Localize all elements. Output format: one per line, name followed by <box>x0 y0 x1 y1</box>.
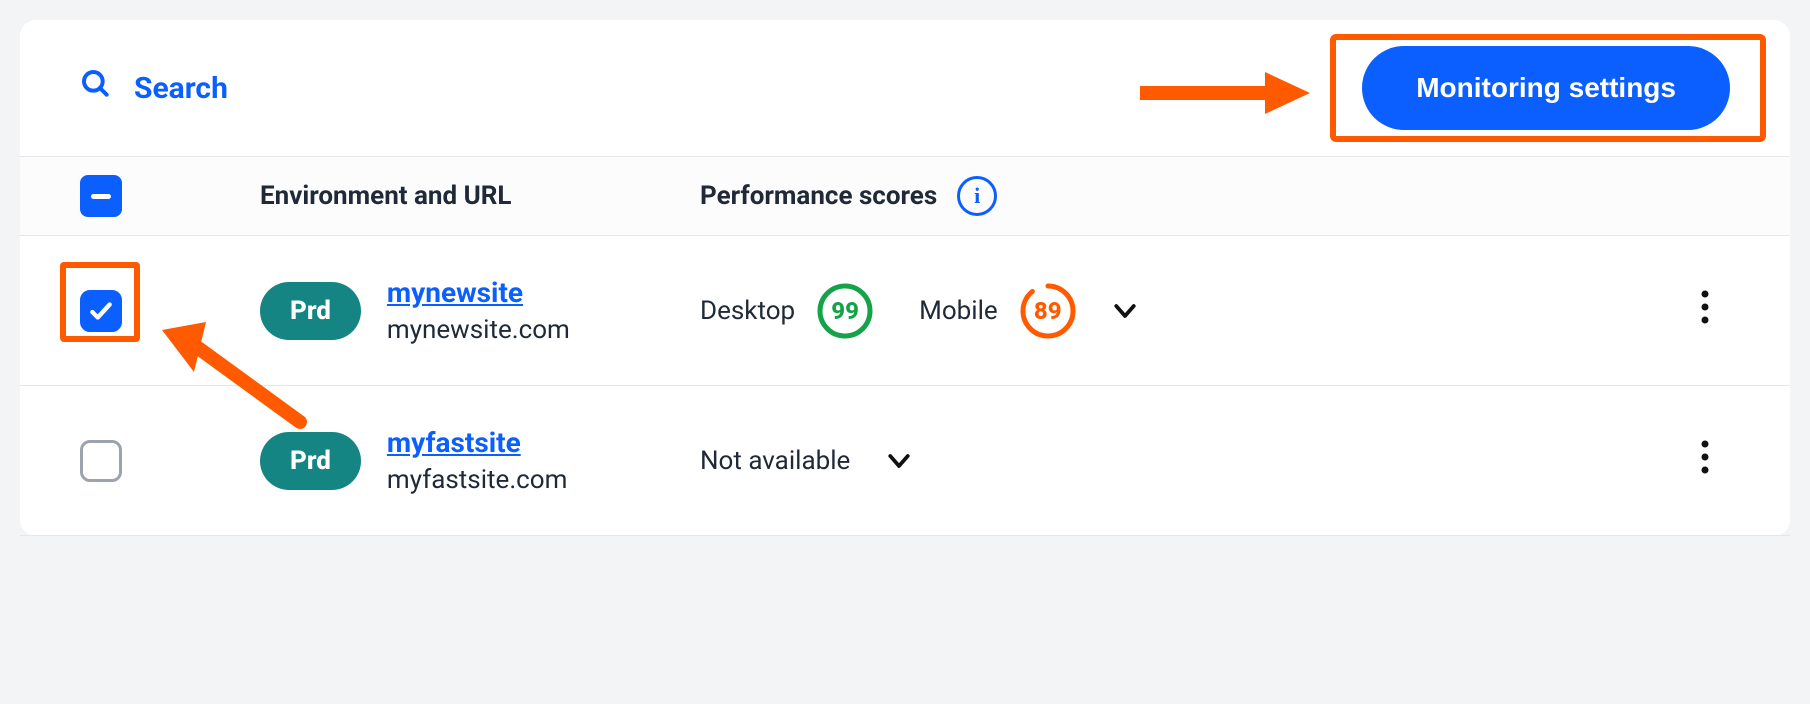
sites-card: Search Monitoring settings Environment a… <box>20 20 1790 536</box>
environment-badge: Prd <box>260 282 361 340</box>
perf-desktop-score: 99 <box>817 283 873 339</box>
perf-mobile-score: 89 <box>1020 283 1076 339</box>
expand-row-toggle[interactable] <box>884 446 914 476</box>
perf-desktop-label: Desktop <box>700 296 795 326</box>
callout-arrow-right-icon <box>1140 68 1310 122</box>
monitoring-settings-button[interactable]: Monitoring settings <box>1362 46 1730 130</box>
table-row: Prd myfastsite myfastsite.com Not availa… <box>20 386 1790 536</box>
column-header-row: Environment and URL Performance scores i <box>20 156 1790 236</box>
minus-icon <box>91 194 111 199</box>
site-name-link[interactable]: mynewsite <box>387 276 523 309</box>
row-checkbox[interactable] <box>80 290 122 332</box>
search-area[interactable]: Search <box>80 68 228 108</box>
row-actions-menu[interactable] <box>1690 280 1720 341</box>
site-domain: mynewsite.com <box>387 315 570 345</box>
site-name-link[interactable]: myfastsite <box>387 426 521 459</box>
site-domain: myfastsite.com <box>387 465 568 495</box>
environment-badge: Prd <box>260 432 361 490</box>
table-row: Prd mynewsite mynewsite.com Desktop 99 M… <box>20 236 1790 386</box>
column-env-header: Environment and URL <box>260 181 700 211</box>
perf-not-available: Not available <box>700 446 850 476</box>
row-actions-menu[interactable] <box>1690 430 1720 491</box>
info-icon[interactable]: i <box>957 176 997 216</box>
header-bar: Search Monitoring settings <box>20 20 1790 156</box>
column-perf-header: Performance scores <box>700 181 937 211</box>
select-all-checkbox[interactable] <box>80 175 122 217</box>
row-checkbox[interactable] <box>80 440 122 482</box>
search-icon <box>80 68 112 108</box>
perf-mobile-label: Mobile <box>919 296 998 326</box>
search-placeholder: Search <box>134 71 228 106</box>
expand-row-toggle[interactable] <box>1110 296 1140 326</box>
